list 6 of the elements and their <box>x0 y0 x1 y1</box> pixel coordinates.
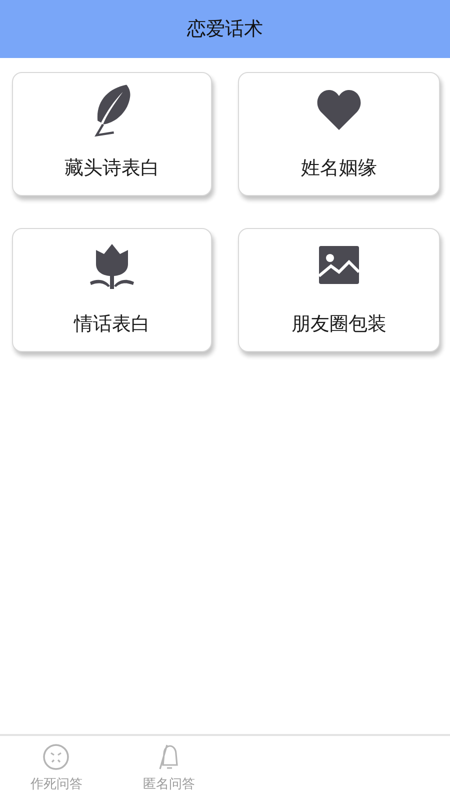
feature-card[interactable]: 藏头诗表白 <box>12 72 212 196</box>
feature-card[interactable]: 姓名姻缘 <box>238 72 440 196</box>
face-icon <box>42 743 70 771</box>
feature-card[interactable]: 朋友圈包装 <box>238 228 440 352</box>
feature-card[interactable]: 情话表白 <box>12 228 212 352</box>
app-title: 恋爱话术 <box>187 17 263 42</box>
